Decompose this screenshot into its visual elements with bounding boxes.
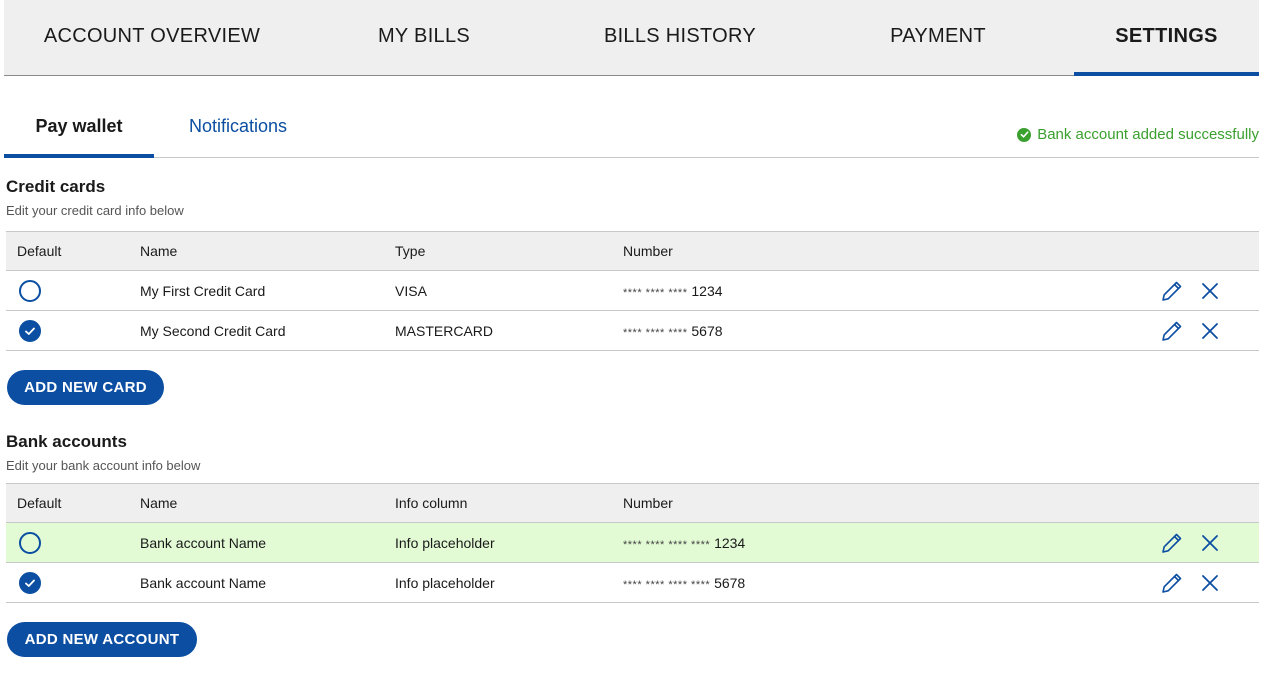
card-type: MASTERCARD [395,310,623,351]
last-four-digits: 5678 [714,574,746,591]
masked-digits: **** **** **** [623,286,688,299]
table-row: Bank account Name Info placeholder **** … [6,522,1259,563]
success-message-text: Bank account added successfully [1037,126,1259,143]
column-header-name: Name [140,231,395,271]
last-four-digits: 1234 [691,282,723,299]
column-header-default: Default [6,231,140,271]
column-header-info: Info column [395,483,623,523]
bank-accounts-title: Bank accounts [6,432,127,451]
column-header-actions [1143,231,1259,271]
masked-digits: **** **** **** [623,326,688,339]
column-header-actions [1143,483,1259,523]
last-four-digits: 1234 [714,534,746,551]
column-header-type: Type [395,231,623,271]
pencil-icon[interactable] [1159,530,1185,556]
card-name: My Second Credit Card [140,310,395,351]
pencil-icon[interactable] [1159,278,1185,304]
bank-accounts-table: Default Name Info column Number Bank acc… [6,483,1259,603]
account-number: **** **** **** **** 5678 [623,562,1143,603]
masked-digits: **** **** **** **** [623,578,711,591]
close-icon[interactable] [1197,318,1223,344]
bank-accounts-subtitle: Edit your bank account info below [6,458,201,473]
account-info: Info placeholder [395,522,623,563]
subtab-pay-wallet[interactable]: Pay wallet [4,104,154,158]
close-icon[interactable] [1197,530,1223,556]
card-number: **** **** **** 5678 [623,310,1143,351]
account-name: Bank account Name [140,562,395,603]
top-navigation: ACCOUNT OVERVIEW MY BILLS BILLS HISTORY … [4,0,1259,76]
masked-digits: **** **** **** **** [623,538,711,551]
default-radio[interactable] [19,279,41,302]
check-circle-icon [1017,127,1032,142]
account-info: Info placeholder [395,562,623,603]
tab-account-overview[interactable]: ACCOUNT OVERVIEW [4,0,300,75]
add-new-account-button[interactable]: ADD NEW ACCOUNT [7,622,197,657]
table-row: My Second Credit Card MASTERCARD **** **… [6,310,1259,351]
account-name: Bank account Name [140,522,395,563]
pencil-icon[interactable] [1159,318,1185,344]
tab-bills-history[interactable]: BILLS HISTORY [548,0,812,75]
default-radio-checked[interactable] [19,571,41,594]
add-new-card-button[interactable]: ADD NEW CARD [7,370,164,405]
table-header-row: Default Name Info column Number [6,483,1259,523]
credit-cards-title: Credit cards [6,177,106,196]
tab-my-bills[interactable]: MY BILLS [300,0,548,75]
tab-settings[interactable]: SETTINGS [1074,0,1259,76]
subtab-notifications[interactable]: Notifications [170,104,306,157]
success-message: Bank account added successfully [1017,126,1259,143]
card-type: VISA [395,270,623,311]
account-number: **** **** **** **** 1234 [623,522,1143,563]
last-four-digits: 5678 [691,322,723,339]
table-row: Bank account Name Info placeholder **** … [6,562,1259,603]
column-header-number: Number [623,231,1143,271]
close-icon[interactable] [1197,570,1223,596]
default-radio-checked[interactable] [19,319,41,342]
column-header-name: Name [140,483,395,523]
credit-cards-table: Default Name Type Number My First Credit… [6,231,1259,351]
column-header-number: Number [623,483,1143,523]
table-header-row: Default Name Type Number [6,231,1259,271]
settings-subtabs: Pay wallet Notifications Bank account ad… [4,104,1259,158]
pencil-icon[interactable] [1159,570,1185,596]
card-number: **** **** **** 1234 [623,270,1143,311]
default-radio[interactable] [19,531,41,554]
column-header-default: Default [6,483,140,523]
table-row: My First Credit Card VISA **** **** ****… [6,270,1259,311]
credit-cards-subtitle: Edit your credit card info below [6,203,184,218]
tab-payment[interactable]: PAYMENT [812,0,1064,75]
card-name: My First Credit Card [140,270,395,311]
close-icon[interactable] [1197,278,1223,304]
